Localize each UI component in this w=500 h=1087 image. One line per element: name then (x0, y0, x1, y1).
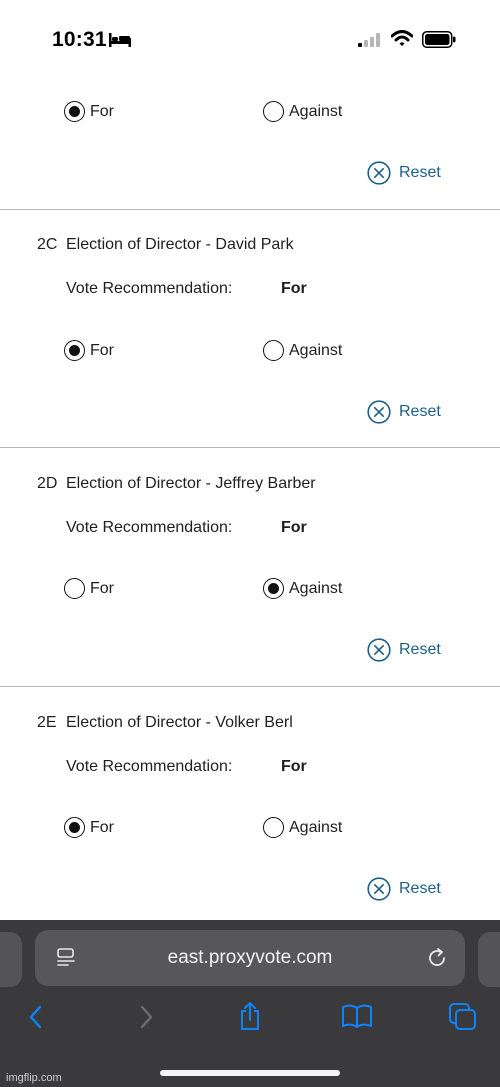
tabs-icon[interactable] (448, 1002, 478, 1032)
reload-icon[interactable] (426, 947, 448, 969)
reset-button[interactable]: Reset (367, 877, 441, 901)
radio-against-label: Against (289, 341, 343, 359)
vote-recommendation-value: For (281, 758, 307, 775)
browser-toolbar (0, 998, 500, 1038)
radio-for-selected[interactable] (64, 101, 85, 122)
divider (0, 209, 500, 210)
close-circle-icon (367, 877, 391, 901)
radio-for-label: For (90, 341, 114, 359)
status-bar: 10:31 (0, 0, 500, 80)
watermark-text: imgflip.com (6, 1072, 62, 1084)
radio-against-option[interactable]: Against (263, 578, 342, 599)
bookmarks-icon[interactable] (341, 1003, 373, 1029)
vote-recommendation-value: For (281, 280, 307, 297)
cellular-signal-icon (358, 33, 380, 47)
radio-against-option[interactable]: Against (263, 817, 342, 838)
radio-for-label: For (90, 818, 114, 836)
reset-label: Reset (399, 164, 441, 181)
radio-for-option[interactable]: For (64, 101, 114, 122)
home-indicator[interactable] (160, 1070, 340, 1076)
forward-icon[interactable] (136, 1004, 156, 1030)
proposal-number: 2D (37, 475, 58, 492)
proposal-title: 2D Election of Director - Jeffrey Barber (37, 475, 316, 493)
vote-recommendation-label: Vote Recommendation: (66, 519, 233, 536)
reset-button[interactable]: Reset (367, 638, 441, 662)
radio-against-unselected[interactable] (263, 817, 284, 838)
vote-recommendation-label: Vote Recommendation: (66, 758, 233, 775)
radio-for-option[interactable]: For (64, 817, 114, 838)
proposal-title: 2E Election of Director - Volker Berl (37, 714, 293, 732)
radio-against-label: Against (289, 579, 343, 597)
vote-recommendation-value: For (281, 519, 307, 536)
browser-bottom-bar: east.proxyvote.com (0, 920, 500, 1087)
radio-against-selected[interactable] (263, 578, 284, 599)
reset-label: Reset (399, 641, 441, 658)
radio-for-label: For (90, 102, 114, 120)
radio-against-label: Against (289, 818, 343, 836)
radio-for-unselected[interactable] (64, 578, 85, 599)
next-tab-peek[interactable] (478, 932, 500, 987)
close-circle-icon (367, 638, 391, 662)
reset-label: Reset (399, 880, 441, 897)
reset-button[interactable]: Reset (367, 161, 441, 185)
url-text[interactable]: east.proxyvote.com (35, 947, 465, 969)
wifi-icon (391, 30, 413, 46)
proposal-name: Election of Director - David Park (66, 236, 294, 253)
proposal-name: Election of Director - Volker Berl (66, 714, 293, 731)
radio-against-unselected[interactable] (263, 340, 284, 361)
radio-for-option[interactable]: For (64, 340, 114, 361)
bed-icon (109, 33, 131, 47)
radio-against-option[interactable]: Against (263, 340, 342, 361)
radio-against-unselected[interactable] (263, 101, 284, 122)
proposal-title: 2C Election of Director - David Park (37, 236, 294, 254)
proposal-number: 2C (37, 236, 58, 253)
proposal-number: 2E (37, 714, 57, 731)
divider (0, 447, 500, 448)
status-time: 10:31 (52, 28, 107, 51)
reset-button[interactable]: Reset (367, 400, 441, 424)
previous-tab-peek[interactable] (0, 932, 22, 987)
radio-against-label: Against (289, 102, 343, 120)
radio-for-selected[interactable] (64, 340, 85, 361)
battery-icon (422, 31, 456, 48)
vote-recommendation-label: Vote Recommendation: (66, 280, 233, 297)
address-bar[interactable]: east.proxyvote.com (35, 930, 465, 986)
divider (0, 686, 500, 687)
share-icon[interactable] (237, 1000, 263, 1032)
radio-for-option[interactable]: For (64, 578, 114, 599)
radio-for-label: For (90, 579, 114, 597)
close-circle-icon (367, 161, 391, 185)
close-circle-icon (367, 400, 391, 424)
radio-for-selected[interactable] (64, 817, 85, 838)
back-icon[interactable] (26, 1004, 46, 1030)
proposal-name: Election of Director - Jeffrey Barber (66, 475, 316, 492)
reset-label: Reset (399, 403, 441, 420)
radio-against-option[interactable]: Against (263, 101, 342, 122)
